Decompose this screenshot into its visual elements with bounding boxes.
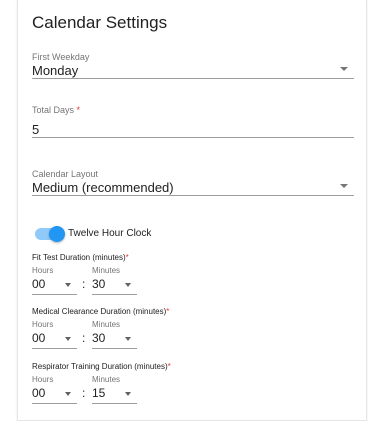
medical-clearance-duration: Medical Clearance Duration (minutes)* Ho… — [32, 307, 354, 351]
minutes-label: Minutes — [92, 375, 121, 384]
required-mark: * — [76, 105, 81, 115]
respirator-training-hours-select[interactable]: 00 — [32, 386, 45, 400]
medical-clearance-minutes-select[interactable]: 30 — [92, 331, 105, 345]
first-weekday-label: First Weekday — [32, 52, 90, 62]
total-days-label: Total Days * — [32, 105, 81, 115]
calendar-settings-card: Calendar Settings First Weekday Monday T… — [17, 0, 367, 421]
required-mark: * — [125, 253, 129, 262]
medical-clearance-duration-label: Medical Clearance Duration (minutes)* — [32, 307, 170, 316]
fit-test-duration-label: Fit Test Duration (minutes)* — [32, 253, 129, 262]
page-title: Calendar Settings — [32, 13, 168, 32]
minutes-label: Minutes — [92, 266, 121, 275]
total-days-underline — [32, 137, 354, 138]
time-separator: : — [82, 386, 86, 400]
first-weekday-value: Monday — [32, 63, 79, 78]
time-separator: : — [82, 331, 86, 345]
respirator-training-duration: Respirator Training Duration (minutes)* … — [32, 362, 354, 406]
respirator-training-minutes-select[interactable]: 15 — [92, 386, 105, 400]
chevron-down-icon[interactable] — [65, 337, 71, 341]
chevron-down-icon[interactable] — [125, 337, 131, 341]
time-separator: : — [82, 277, 86, 291]
hours-label: Hours — [32, 375, 54, 384]
fit-test-duration: Fit Test Duration (minutes)* Hours Minut… — [32, 253, 354, 297]
chevron-down-icon[interactable] — [65, 392, 71, 396]
chevron-down-icon[interactable] — [340, 184, 348, 188]
hours-label: Hours — [32, 266, 54, 275]
hours-label: Hours — [32, 320, 54, 329]
calendar-layout-underline — [32, 195, 354, 196]
chevron-down-icon[interactable] — [340, 67, 348, 71]
chevron-down-icon[interactable] — [125, 392, 131, 396]
total-days-input[interactable]: Total Days * 5 — [32, 105, 354, 138]
total-days-value: 5 — [32, 122, 40, 137]
required-mark: * — [167, 362, 171, 371]
respirator-training-duration-label: Respirator Training Duration (minutes)* — [32, 362, 171, 371]
twelve-hour-clock-toggle[interactable] — [35, 226, 65, 242]
calendar-layout-select[interactable]: Calendar Layout Medium (recommended) — [32, 169, 354, 196]
first-weekday-underline — [32, 78, 354, 79]
required-mark: * — [166, 307, 170, 316]
hours-underline — [32, 294, 77, 295]
fit-test-hours-select[interactable]: 00 — [32, 277, 45, 291]
minutes-underline — [92, 348, 137, 349]
chevron-down-icon[interactable] — [65, 283, 71, 287]
minutes-label: Minutes — [92, 320, 121, 329]
minutes-underline — [92, 403, 137, 404]
toggle-knob[interactable] — [49, 226, 65, 242]
minutes-underline — [92, 294, 137, 295]
first-weekday-select[interactable]: First Weekday Monday — [32, 52, 354, 79]
hours-underline — [32, 348, 77, 349]
calendar-layout-value: Medium (recommended) — [32, 180, 174, 195]
hours-underline — [32, 403, 77, 404]
twelve-hour-clock-label: Twelve Hour Clock — [68, 228, 152, 239]
fit-test-minutes-select[interactable]: 30 — [92, 277, 105, 291]
calendar-layout-label: Calendar Layout — [32, 169, 99, 179]
chevron-down-icon[interactable] — [125, 283, 131, 287]
medical-clearance-hours-select[interactable]: 00 — [32, 331, 45, 345]
